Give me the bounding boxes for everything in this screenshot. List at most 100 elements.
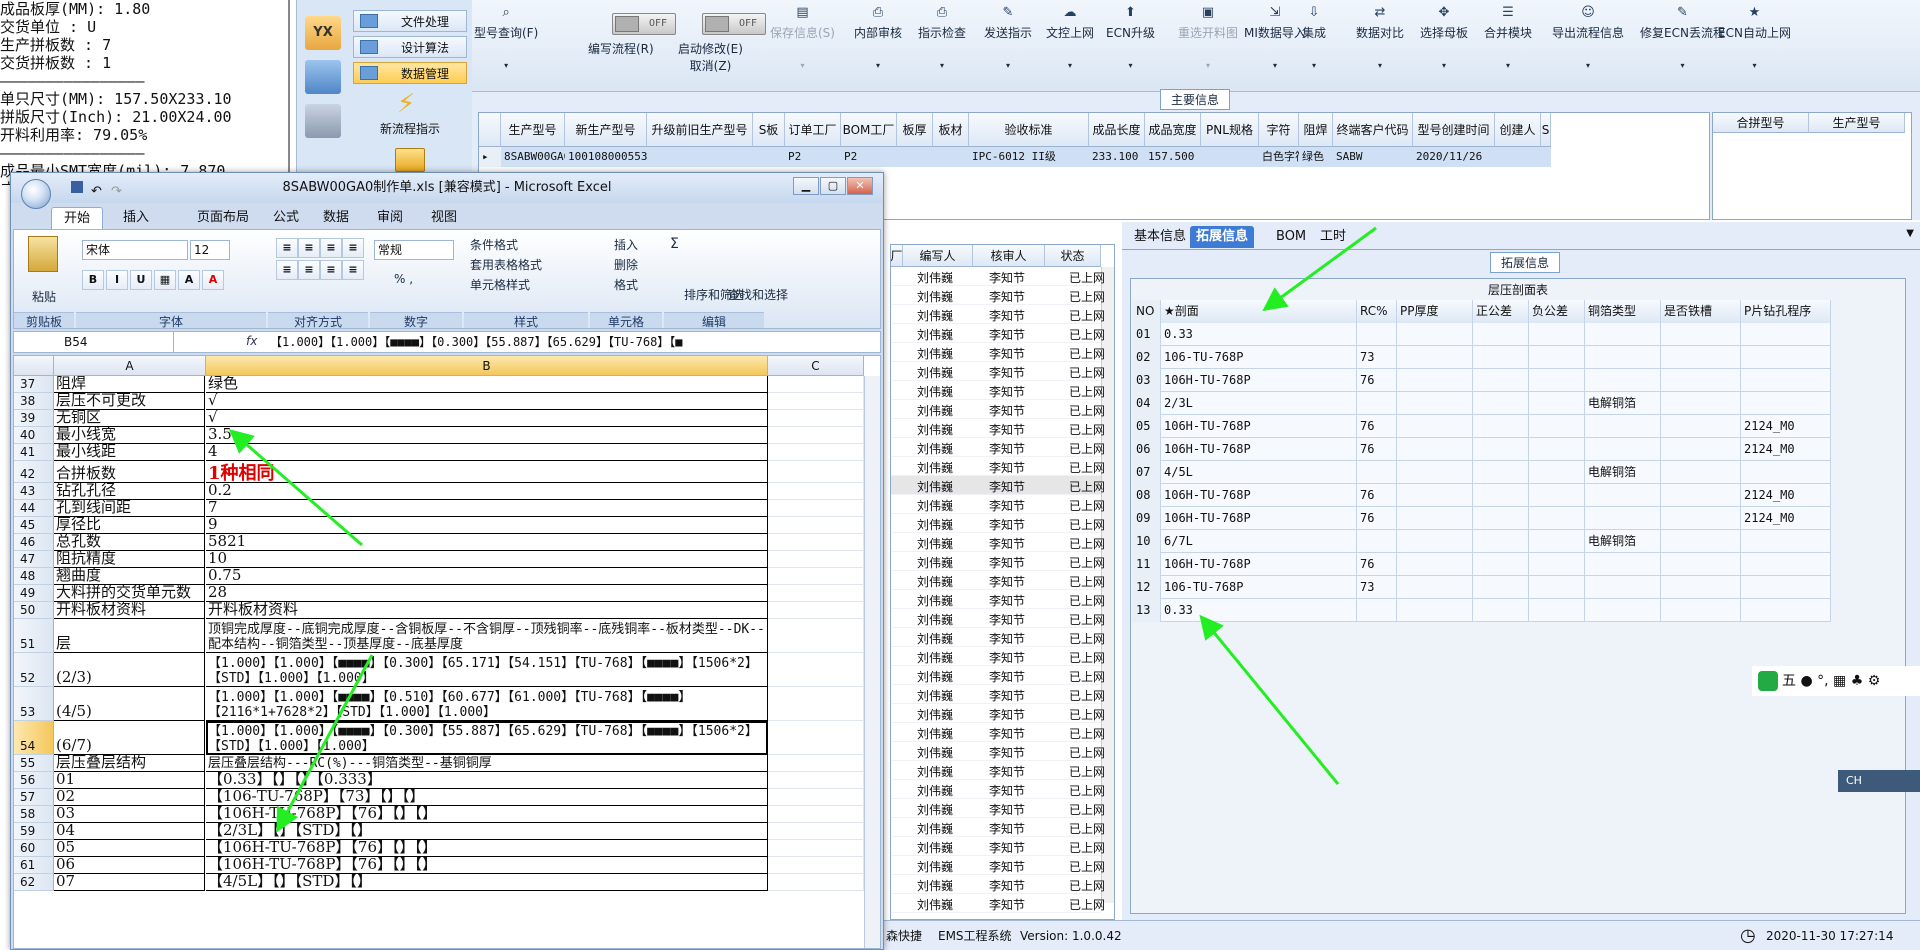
list-item[interactable]: 刘伟巍 李知节 已上网	[891, 267, 1105, 286]
cell-a[interactable]: 07	[54, 874, 205, 891]
grid-header-17[interactable]: S	[1541, 113, 1551, 147]
grid-cell-1[interactable]: 10010800055348	[565, 147, 647, 167]
list-item[interactable]: 刘伟巍 李知节 已上网	[891, 856, 1105, 875]
list-item[interactable]: 刘伟巍 李知节 已上网	[891, 647, 1105, 666]
cell-b[interactable]: 3.5	[206, 427, 768, 444]
lam-cell-0[interactable]: 13	[1133, 599, 1161, 622]
list-header-3[interactable]: 状态	[1045, 245, 1101, 267]
lam-cell-3[interactable]	[1397, 461, 1473, 484]
fill-color-button[interactable]: A	[178, 270, 200, 290]
lam-cell-6[interactable]	[1585, 346, 1661, 369]
ribbon-tab-4[interactable]: 数据	[311, 207, 361, 229]
grid-header-2[interactable]: 升级前旧生产型号	[647, 113, 753, 147]
row-header[interactable]: 52	[14, 653, 54, 687]
lam-cell-0[interactable]: 03	[1133, 369, 1161, 392]
list-item[interactable]: 刘伟巍 李知节 已上网	[891, 419, 1105, 438]
cell-b[interactable]: 5821	[206, 534, 768, 551]
lam-cell-2[interactable]	[1357, 599, 1397, 622]
toolbar-button-10[interactable]: ⇲ MI数据导入 ▾	[1244, 6, 1306, 71]
lam-cell-4[interactable]	[1473, 576, 1529, 599]
cell-a[interactable]: (6/7)	[54, 721, 205, 755]
lam-cell-3[interactable]	[1397, 530, 1473, 553]
lamination-row[interactable]: 02 106-TU-768P 73	[1133, 346, 1831, 369]
list-item[interactable]: 刘伟巍 李知节 已上网	[891, 685, 1105, 704]
lamination-row[interactable]: 10 6/7L 电解铜箔	[1133, 530, 1831, 553]
robot-icon[interactable]	[305, 104, 341, 138]
lam-cell-6[interactable]	[1585, 323, 1661, 346]
lam-cell-5[interactable]	[1529, 392, 1585, 415]
font-color-button[interactable]: A	[202, 270, 224, 290]
lam-cell-2[interactable]	[1357, 530, 1397, 553]
tab-0[interactable]: 基本信息	[1128, 226, 1192, 248]
lam-cell-2[interactable]: 76	[1357, 369, 1397, 392]
list-item[interactable]: 刘伟巍 李知节 已上网	[891, 514, 1105, 533]
list-item[interactable]: 刘伟巍 李知节 已上网	[891, 324, 1105, 343]
toolbar-button-5[interactable]: ⎙ 指示检查 ▾	[918, 6, 966, 71]
lam-cell-3[interactable]	[1397, 576, 1473, 599]
lam-cell-1[interactable]: 0.33	[1161, 323, 1357, 346]
lam-cell-0[interactable]: 04	[1133, 392, 1161, 415]
lam-cell-2[interactable]: 76	[1357, 438, 1397, 461]
toolbar-button-12[interactable]: ⇄ 数据对比 ▾	[1356, 6, 1404, 71]
list-header-1[interactable]: 编写人	[903, 245, 973, 267]
lam-cell-1[interactable]: 106H-TU-768P	[1161, 438, 1357, 461]
toolbar-button-14[interactable]: ☰ 合并模块 ▾	[1484, 6, 1532, 71]
toolbar-button-2[interactable]: 启动修改(E)取消(Z)▾	[678, 40, 743, 104]
lam-cell-4[interactable]	[1473, 346, 1529, 369]
cell-a[interactable]: 04	[54, 823, 205, 840]
list-item[interactable]: 刘伟巍 李知节 已上网	[891, 818, 1105, 837]
list-item[interactable]: 刘伟巍 李知节 已上网	[891, 799, 1105, 818]
format-cells-button[interactable]: 格式	[614, 276, 638, 293]
row-header[interactable]: 37	[14, 376, 54, 393]
lamination-row[interactable]: 04 2/3L 电解铜箔	[1133, 392, 1831, 415]
lam-cell-8[interactable]: 2124_M0	[1741, 507, 1831, 530]
italic-button[interactable]: I	[106, 270, 128, 290]
lamination-row[interactable]: 03 106H-TU-768P 76	[1133, 369, 1831, 392]
lam-cell-7[interactable]	[1661, 415, 1741, 438]
row-header[interactable]: 50	[14, 602, 54, 619]
sum-icon[interactable]: Σ	[670, 236, 679, 252]
ribbon-tab-2[interactable]: 页面布局	[185, 207, 261, 229]
cell-b[interactable]: 0.75	[206, 568, 768, 585]
cell-a[interactable]: 05	[54, 840, 205, 857]
lam-cell-8[interactable]: 2124_M0	[1741, 484, 1831, 507]
grid-header-9[interactable]: 成品长度	[1089, 113, 1145, 147]
align-button-2[interactable]: ≡	[320, 238, 342, 258]
lam-cell-1[interactable]: 106H-TU-768P	[1161, 507, 1357, 530]
grid-cell-2[interactable]	[647, 147, 753, 167]
underline-button[interactable]: U	[130, 270, 152, 290]
row-header[interactable]: 49	[14, 585, 54, 602]
lam-cell-7[interactable]	[1661, 507, 1741, 530]
row-header[interactable]: 48	[14, 568, 54, 585]
list-item[interactable]: 刘伟巍 李知节 已上网	[891, 438, 1105, 457]
lam-cell-8[interactable]	[1741, 346, 1831, 369]
grid-header-16[interactable]: 创建人	[1495, 113, 1541, 147]
list-item[interactable]: 刘伟巍 李知节 已上网	[891, 362, 1105, 381]
list-item[interactable]: 刘伟巍 李知节 已上网	[891, 837, 1105, 856]
cell-c[interactable]	[768, 806, 864, 823]
row-header[interactable]: 55	[14, 755, 54, 772]
yx-logo-icon[interactable]: YX	[305, 16, 341, 50]
lam-cell-4[interactable]	[1473, 553, 1529, 576]
lam-cell-2[interactable]	[1357, 323, 1397, 346]
grid-cell-14[interactable]: SABW	[1333, 147, 1413, 167]
ime-toolbar[interactable]: 五 ● °, ▦ ♣ ⚙	[1752, 666, 1920, 696]
lam-cell-7[interactable]	[1661, 484, 1741, 507]
lam-cell-6[interactable]	[1585, 553, 1661, 576]
font-size-select[interactable]: 12	[190, 240, 230, 260]
grid-header-13[interactable]: 阻焊	[1299, 113, 1333, 147]
cell-a[interactable]: 厚径比	[54, 517, 205, 534]
cell-b[interactable]: 【4/5L】【】【STD】【】	[206, 874, 768, 891]
grid-header-7[interactable]: 板材	[933, 113, 969, 147]
lam-cell-8[interactable]	[1741, 392, 1831, 415]
cell-c[interactable]	[768, 500, 864, 517]
lam-cell-1[interactable]: 0.33	[1161, 599, 1357, 622]
cell-c[interactable]	[768, 823, 864, 840]
lam-cell-8[interactable]	[1741, 369, 1831, 392]
grid-cell-13[interactable]: 绿色	[1299, 147, 1333, 167]
cell-style-button[interactable]: 单元格样式	[470, 276, 530, 293]
cell-b[interactable]: 【106H-TU-768P】【76】【】【】	[206, 857, 768, 874]
lightning-icon[interactable]: ⚡	[397, 90, 425, 118]
cell-a[interactable]: 开料板材资料	[54, 602, 205, 619]
lam-cell-4[interactable]	[1473, 392, 1529, 415]
